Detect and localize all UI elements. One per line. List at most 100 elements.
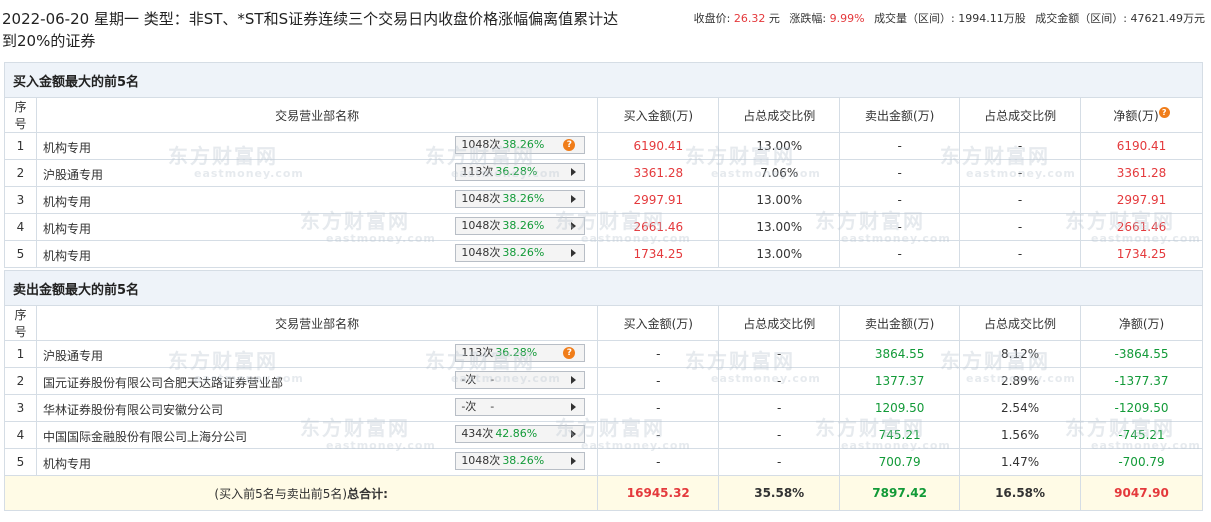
row-buy-ratio: -: [718, 340, 841, 368]
row-buy-ratio: -: [718, 448, 841, 476]
broker-count: 1048次: [461, 138, 501, 151]
arrow-right-icon[interactable]: [571, 376, 577, 384]
row-sell: -: [839, 186, 961, 214]
page-title: 2022-06-20 星期一 类型：非ST、*ST和S证券连续三个交易日内收盘价…: [2, 10, 619, 50]
row-seq: 4: [4, 421, 37, 449]
row-buy: -: [597, 421, 720, 449]
broker-win-rate: -: [490, 373, 495, 386]
broker-stats-dropdown[interactable]: 434次 42.86%: [455, 425, 586, 443]
help-icon[interactable]: ?: [1158, 106, 1170, 118]
row-net: -700.79: [1080, 448, 1203, 476]
row-buy: -: [597, 448, 720, 476]
broker-count: 1048次: [461, 454, 501, 467]
broker-name-link[interactable]: 沪股通专用: [43, 347, 103, 364]
broker-count: 1048次: [461, 192, 501, 205]
broker-stats-dropdown[interactable]: 1048次 38.26%: [455, 244, 586, 262]
col-buy-ratio: 占总成交比例: [718, 97, 841, 133]
col-buy: 买入金额(万): [597, 305, 720, 341]
amount-label: 成交金额（区间）:: [1035, 12, 1127, 25]
row-sell: 700.79: [839, 448, 961, 476]
total-sell-ratio: 16.58%: [959, 475, 1082, 511]
row-name-cell: 国元证券股份有限公司合肥天达路证券营业部 -次 -: [35, 367, 599, 395]
row-seq: 1: [4, 340, 37, 368]
row-sell-ratio: -: [959, 186, 1082, 214]
row-sell: -: [839, 159, 961, 187]
row-name-cell: 沪股通专用 113次 36.28%: [35, 159, 599, 187]
table-row: 4 机构专用 1048次 38.26% 2661.46 13.00% - -2661.46: [4, 213, 1203, 241]
col-seq: 序号: [4, 305, 37, 341]
row-net: 6190.41: [1080, 132, 1203, 160]
broker-stats-dropdown[interactable]: 113次 36.28%?: [455, 344, 586, 362]
total-label: (买入前5名与卖出前5名)总合计:: [3, 475, 599, 511]
broker-count: -次: [461, 400, 477, 413]
broker-name-link[interactable]: 华林证券股份有限公司安徽分公司: [43, 401, 223, 418]
row-name-cell: 机构专用 1048次 38.26%: [35, 186, 599, 214]
row-net: -745.21: [1080, 421, 1203, 449]
total-net: 9047.90: [1080, 475, 1203, 511]
broker-stats-dropdown[interactable]: -次 -: [455, 371, 586, 389]
close-label: 收盘价:: [693, 12, 731, 25]
table-row: 4 中国国际金融股份有限公司上海分公司 434次 42.86% - -745.21 1.56…: [4, 421, 1203, 449]
broker-win-rate: 36.28%: [495, 165, 538, 178]
col-seq: 序号: [4, 97, 37, 133]
broker-win-rate: 38.26%: [502, 454, 545, 467]
broker-name-link[interactable]: 中国国际金融股份有限公司上海分公司: [43, 428, 247, 445]
col-name: 交易营业部名称: [35, 97, 599, 133]
total-row: (买入前5名与卖出前5名)总合计: 16945.32 35.58% 7897.4…: [3, 475, 1203, 511]
broker-stats-dropdown[interactable]: -次 -: [455, 398, 586, 416]
row-sell: -: [839, 240, 961, 268]
col-net-label: 净额(万): [1113, 108, 1159, 123]
broker-stats-dropdown[interactable]: 1048次 38.26%: [455, 452, 586, 470]
row-net: 3361.28: [1080, 159, 1203, 187]
row-sell-ratio: -: [959, 240, 1082, 268]
help-icon[interactable]: ?: [563, 139, 576, 151]
broker-win-rate: 36.28%: [495, 346, 538, 359]
arrow-right-icon[interactable]: [571, 222, 577, 230]
row-sell-ratio: 2.54%: [959, 394, 1082, 422]
help-icon[interactable]: ?: [563, 347, 576, 359]
arrow-right-icon[interactable]: [571, 195, 577, 203]
broker-stats-dropdown[interactable]: 1048次 38.26%: [455, 190, 586, 208]
table-row: 5 机构专用 1048次 38.26% - -700.79 1.47% -700.79: [4, 448, 1203, 476]
col-buy: 买入金额(万): [597, 97, 720, 133]
arrow-right-icon[interactable]: [571, 403, 577, 411]
arrow-right-icon[interactable]: [571, 457, 577, 465]
table-row: 1 沪股通专用 113次 36.28%? - -3864.55 8.12% -3864.55: [4, 340, 1203, 368]
broker-name-link[interactable]: 沪股通专用: [43, 166, 103, 183]
amount-value: 47621.49万元: [1130, 12, 1206, 25]
arrow-right-icon[interactable]: [571, 168, 577, 176]
row-net: -3864.55: [1080, 340, 1203, 368]
broker-name-link[interactable]: 机构专用: [43, 193, 91, 210]
row-name-cell: 机构专用 1048次 38.26%?: [35, 132, 599, 160]
row-seq: 3: [4, 186, 37, 214]
col-name: 交易营业部名称: [35, 305, 599, 341]
row-net: 2661.46: [1080, 213, 1203, 241]
sell-section-title: 卖出金额最大的前5名: [4, 270, 1203, 306]
row-sell-ratio: 8.12%: [959, 340, 1082, 368]
col-net: 净额(万): [1080, 305, 1203, 341]
row-name-cell: 机构专用 1048次 38.26%: [35, 240, 599, 268]
arrow-right-icon[interactable]: [571, 430, 577, 438]
row-buy-ratio: -: [718, 367, 841, 395]
broker-count: 1048次: [461, 219, 501, 232]
row-sell: 1377.37: [839, 367, 961, 395]
volume-value: 1994.11万股: [958, 12, 1026, 25]
broker-stats-dropdown[interactable]: 1048次 38.26%?: [455, 136, 586, 154]
row-buy-ratio: -: [718, 421, 841, 449]
broker-name-link[interactable]: 机构专用: [43, 220, 91, 237]
broker-count: 1048次: [461, 246, 501, 259]
broker-name-link[interactable]: 机构专用: [43, 139, 91, 156]
arrow-right-icon[interactable]: [571, 249, 577, 257]
row-buy: 2997.91: [597, 186, 720, 214]
sell-column-headers: 序号 交易营业部名称 买入金额(万) 占总成交比例 卖出金额(万) 占总成交比例…: [4, 305, 1203, 341]
broker-name-link[interactable]: 机构专用: [43, 247, 91, 264]
table-row: 5 机构专用 1048次 38.26% 1734.25 13.00% - -1734.25: [4, 240, 1203, 268]
broker-name-link[interactable]: 机构专用: [43, 455, 91, 472]
broker-count: 434次: [461, 427, 494, 440]
broker-count: 113次: [461, 346, 494, 359]
broker-stats-dropdown[interactable]: 113次 36.28%: [455, 163, 586, 181]
broker-win-rate: 38.26%: [502, 192, 545, 205]
row-seq: 2: [4, 367, 37, 395]
broker-name-link[interactable]: 国元证券股份有限公司合肥天达路证券营业部: [43, 374, 283, 391]
broker-stats-dropdown[interactable]: 1048次 38.26%: [455, 217, 586, 235]
